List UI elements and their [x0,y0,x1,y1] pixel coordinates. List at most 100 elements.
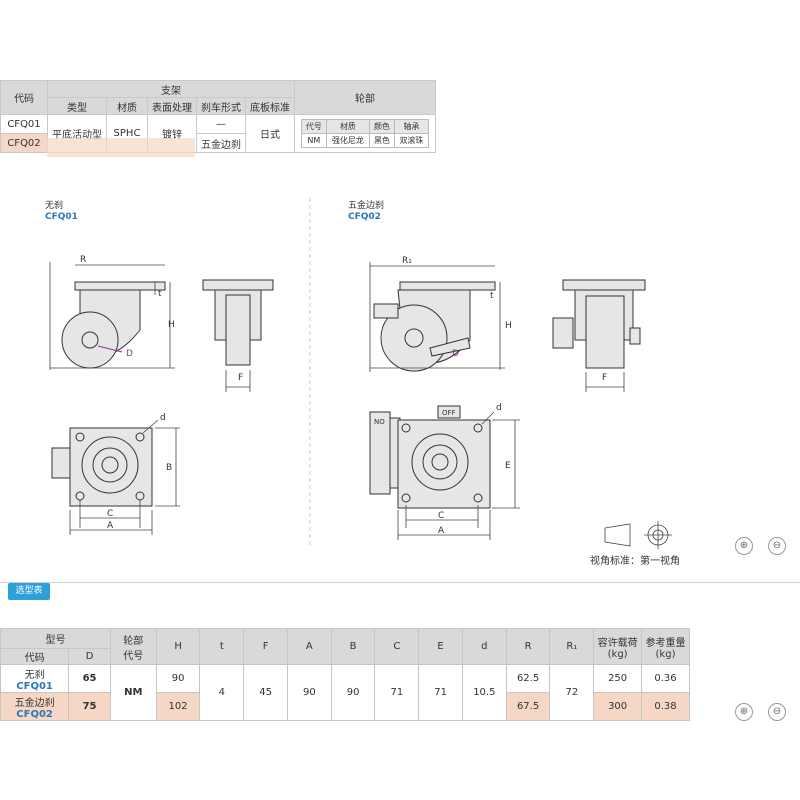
selection-table: 型号 轮部 代号 H t F A B C E d R R₁ 容许载荷 (kg) … [0,628,690,721]
left-label-H: H [168,320,175,330]
brake-value-2: 五金边刹 [196,133,246,153]
zoom-out-icon-2[interactable]: ⊖ [768,703,786,721]
left-title: 无刹 [45,200,63,211]
right-label-A: A [438,526,445,536]
row1-R: 62.5 [505,664,551,693]
zoom-in-icon-2[interactable]: ⊕ [735,703,753,721]
code-cfq02: CFQ02 [0,133,48,153]
wheel-subtable: 代号 材质 颜色 轴承 NM 强化尼龙 黑色 双滚珠 [301,119,430,148]
header-A: A [286,628,332,665]
brake-value-1: — [196,114,246,134]
row2-H: 102 [155,692,201,721]
left-label-F: F [238,373,243,383]
t-value: 4 [199,664,245,721]
left-label-t: t [158,289,162,299]
left-label-C: C [107,509,113,519]
header-F: F [243,628,288,665]
header-load: 容许载荷 (kg) [593,628,643,665]
right-label-F: F [602,373,607,383]
right-label-no: NO [374,418,385,426]
right-code: CFQ02 [348,212,381,222]
selection-tab[interactable]: 选型表 [8,583,50,600]
row2-code: CFQ02 [16,708,53,720]
header-type: 类型 [47,97,107,115]
header-wheel: 轮部 [294,80,436,115]
row2-D: 75 [68,692,111,721]
wheel-sub-color-header: 颜色 [369,119,395,134]
header-code: 代码 [0,648,70,665]
header-bracket: 支架 [47,80,295,98]
header-surface: 表面处理 [147,97,197,115]
header-C: C [374,628,420,665]
right-label-D: D [452,349,459,359]
right-side-view: R₁ t H D [369,256,512,372]
projection-symbol [604,521,672,549]
R1-value: 72 [549,664,595,721]
row2-weight: 0.38 [641,692,690,721]
wheel-cell: 代号 材质 颜色 轴承 NM 强化尼龙 黑色 双滚珠 [294,114,436,153]
pink-band [47,138,195,157]
header-D: D [68,648,111,665]
left-label-d: d [160,413,166,423]
right-plan-view: NO OFF C A E d [369,403,520,540]
header-weight: 参考重量 (kg) [641,628,690,665]
row2-R: 67.5 [505,692,551,721]
right-label-t: t [490,291,494,301]
left-label-B: B [166,463,172,473]
right-title: 五金边刹 [348,199,384,211]
left-code: CFQ01 [45,212,78,222]
left-label-D: D [126,349,133,359]
left-front-view: F [202,279,274,392]
view-note: 视角标准：第一视角 [590,556,680,567]
left-plan-view: C A B d [51,413,180,535]
header-t: t [199,628,245,665]
right-label-C: C [438,511,444,521]
zoom-in-icon[interactable]: ⊕ [735,537,753,555]
row2-name: 五金边刹 [14,697,55,709]
E-value: 71 [418,664,463,721]
row1-D: 65 [68,664,111,693]
row1-name: 无刹 [24,669,45,681]
drawing-area: 无刹 CFQ01 五金边刹 CFQ02 R t H D F C A B d R₁… [45,198,672,549]
left-label-A: A [107,521,114,531]
section-divider [0,582,800,583]
right-label-E: E [505,461,511,471]
B-value: 90 [330,664,376,721]
left-side-view: R t H D [49,255,175,370]
row1-H: 90 [155,664,201,693]
row1-name-cell: 无刹 CFQ01 [0,664,70,693]
header-model: 型号 [0,628,111,649]
wheel-code-value: NM [109,664,157,721]
header-R1: R₁ [549,628,595,665]
wheel-sub-code: NM [301,133,327,148]
right-label-H: H [505,321,512,331]
header-material: 材质 [106,97,148,115]
wheel-sub-bearing: 双滚珠 [393,133,430,148]
row2-load: 300 [593,692,643,721]
row1-code: CFQ01 [16,680,53,692]
header-B: B [330,628,376,665]
right-label-R1: R₁ [402,256,412,266]
row2-name-cell: 五金边刹 CFQ02 [0,692,70,721]
code-cfq01: CFQ01 [0,114,48,134]
header-base: 底板标准 [245,97,295,115]
right-label-off: OFF [442,409,456,417]
d-value: 10.5 [461,664,507,721]
right-label-d: d [496,403,502,413]
header-code: 代码 [0,80,48,115]
header-H: H [155,628,201,665]
C-value: 71 [374,664,420,721]
header-E: E [418,628,463,665]
row1-weight: 0.36 [641,664,690,693]
wheel-sub-material-header: 材质 [325,119,371,134]
left-label-R: R [80,255,86,265]
header-wheel-code: 轮部 代号 [109,628,157,665]
header-brake: 刹车形式 [196,97,246,115]
zoom-out-icon[interactable]: ⊖ [768,537,786,555]
wheel-sub-color: 黑色 [369,133,395,148]
right-front-view: F [552,279,646,392]
A-value: 90 [286,664,332,721]
header-d: d [461,628,507,665]
wheel-sub-material: 强化尼龙 [325,133,371,148]
base-value: 日式 [245,114,295,153]
